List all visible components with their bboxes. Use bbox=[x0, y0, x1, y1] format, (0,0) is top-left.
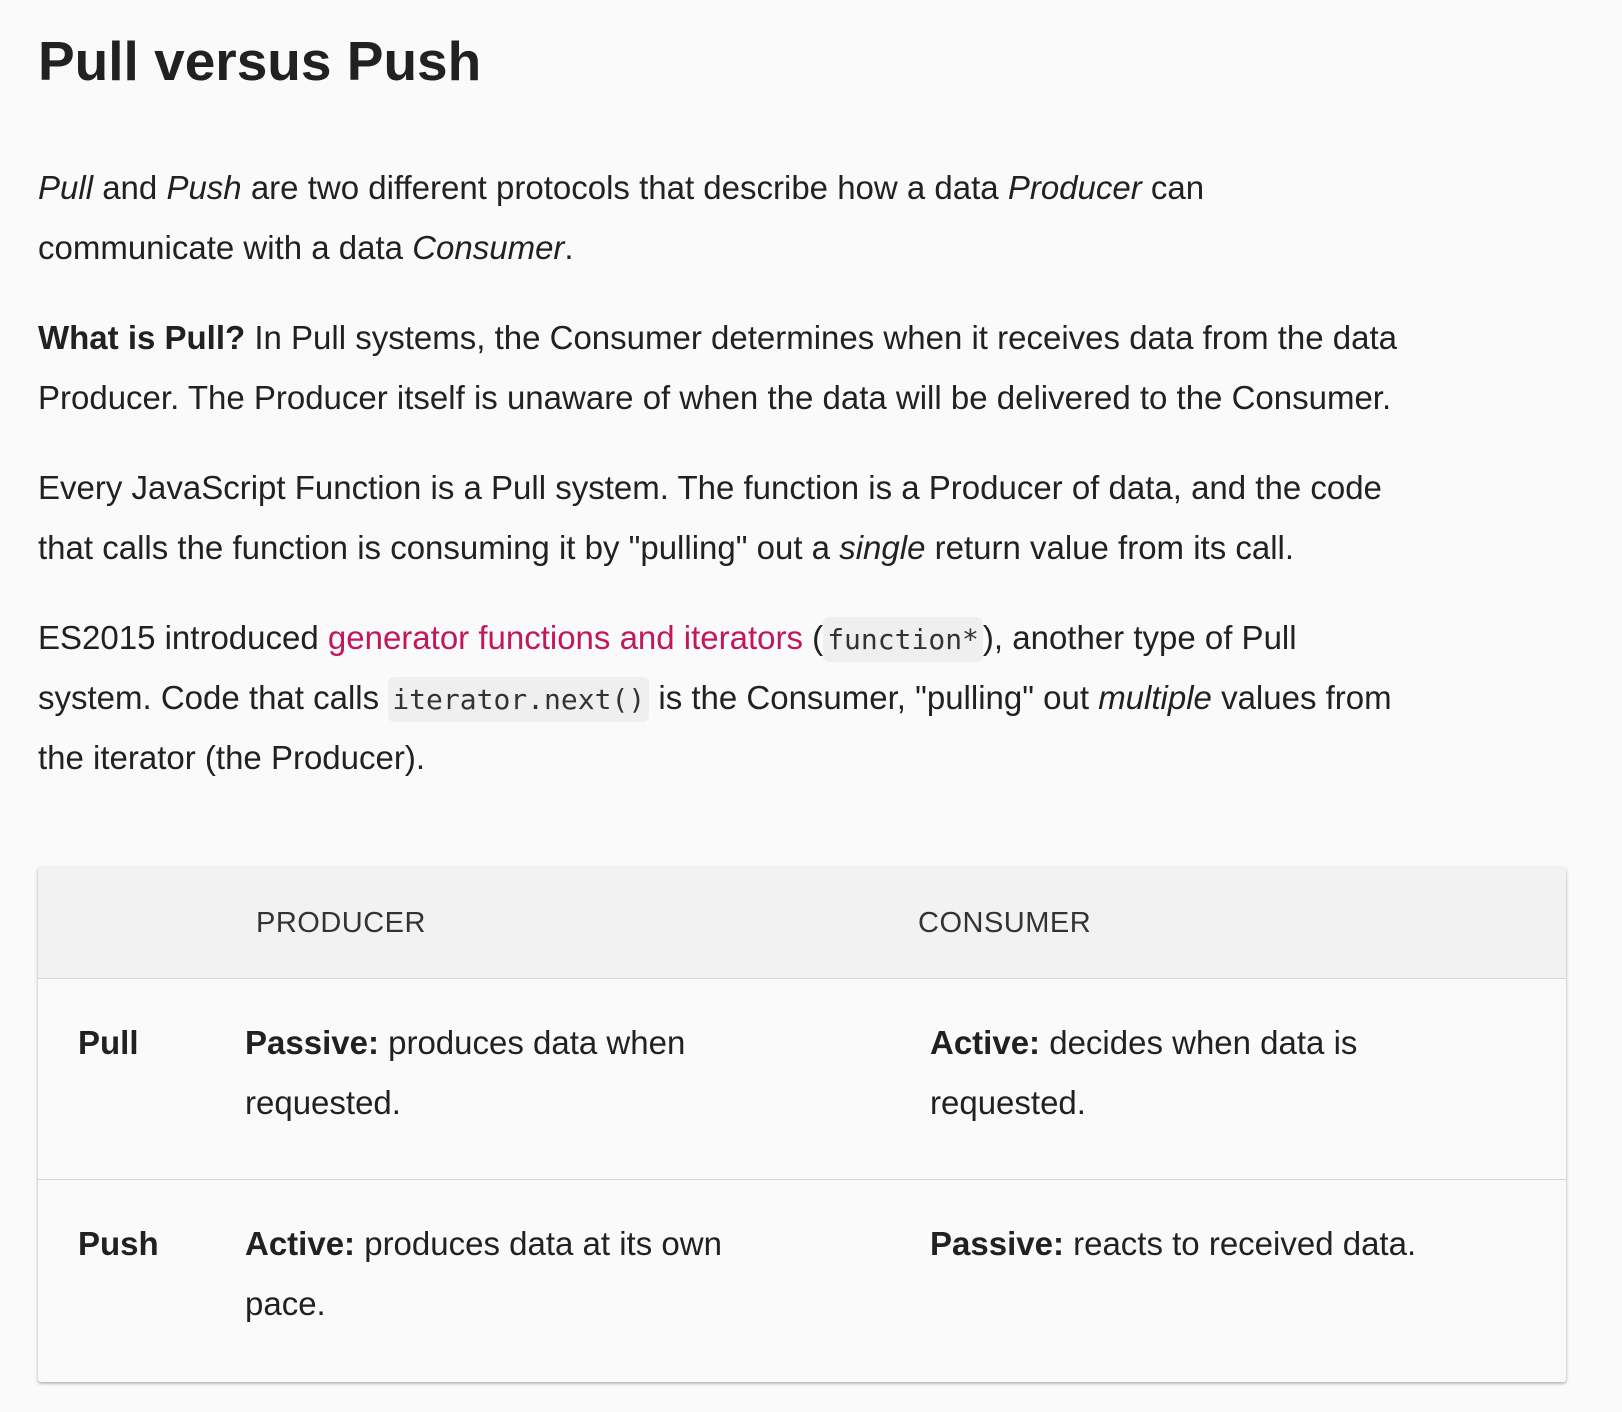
table-header: PRODUCER CONSUMER bbox=[38, 868, 1566, 979]
cell-emphasis: Passive: bbox=[245, 1024, 379, 1061]
cell-text: produces data when bbox=[378, 1024, 686, 1061]
paragraph-text: that calls the function is consuming it … bbox=[38, 529, 840, 566]
pull-term: Pull bbox=[38, 169, 94, 206]
table-row-pull: Pull Passive: produces data when request… bbox=[38, 979, 1566, 1180]
es2015-paragraph: ES2015 introduced generator functions an… bbox=[38, 608, 1568, 788]
paragraph-text: the iterator (the Producer). bbox=[38, 739, 426, 776]
producer-cell: Active: produces data at its own pace. bbox=[245, 1214, 722, 1334]
producer-term: Producer bbox=[1007, 169, 1142, 206]
cell-text: reacts to received data. bbox=[1063, 1225, 1417, 1262]
cell-emphasis: Active: bbox=[245, 1225, 356, 1262]
paragraph-text: system. Code that calls bbox=[38, 679, 389, 716]
cell-emphasis: Passive: bbox=[930, 1225, 1064, 1262]
consumer-column-header: CONSUMER bbox=[918, 907, 1092, 939]
function-star-code: function* bbox=[823, 617, 983, 662]
pull-push-table: PRODUCER CONSUMER Pull Passive: produces… bbox=[38, 868, 1566, 1382]
iterator-next-code: iterator.next() bbox=[388, 677, 650, 722]
js-function-paragraph: Every JavaScript Function is a Pull syst… bbox=[38, 458, 1568, 578]
consumer-cell: Passive: reacts to received data. bbox=[930, 1214, 1416, 1274]
cell-text: requested. bbox=[930, 1084, 1086, 1121]
producer-column-header: PRODUCER bbox=[256, 907, 426, 939]
table-row-push: Push Active: produces data at its own pa… bbox=[38, 1180, 1566, 1382]
intro-text: are two different protocols that describ… bbox=[241, 169, 1008, 206]
paragraph-text: ( bbox=[803, 619, 824, 656]
push-term: Push bbox=[166, 169, 242, 206]
paragraph-text: is the Consumer, "pulling" out bbox=[649, 679, 1099, 716]
paragraph-text: Every JavaScript Function is a Pull syst… bbox=[38, 469, 1382, 506]
multiple-term: multiple bbox=[1098, 679, 1212, 716]
cell-text: requested. bbox=[245, 1084, 401, 1121]
generator-functions-link[interactable]: generator functions and iterators bbox=[328, 619, 803, 656]
intro-text: and bbox=[93, 169, 167, 206]
cell-text: produces data at its own bbox=[355, 1225, 722, 1262]
intro-paragraph: Pull and Push are two different protocol… bbox=[38, 158, 1568, 278]
page-title: Pull versus Push bbox=[38, 30, 482, 92]
paragraph-text: return value from its call. bbox=[925, 529, 1295, 566]
cell-text: pace. bbox=[245, 1285, 326, 1322]
single-term: single bbox=[839, 529, 926, 566]
cell-emphasis: Active: bbox=[930, 1024, 1041, 1061]
producer-cell: Passive: produces data when requested. bbox=[245, 1013, 685, 1133]
what-is-pull-heading: What is Pull? bbox=[38, 319, 246, 356]
paragraph-text: ), another type of Pull bbox=[982, 619, 1297, 656]
paragraph-text: In Pull systems, the Consumer determines… bbox=[245, 319, 1398, 356]
paragraph-text: Producer. The Producer itself is unaware… bbox=[38, 379, 1392, 416]
intro-text: can bbox=[1141, 169, 1205, 206]
intro-text: . bbox=[564, 229, 574, 266]
cell-text: decides when data is bbox=[1040, 1024, 1358, 1061]
row-label: Push bbox=[78, 1225, 159, 1262]
consumer-term: Consumer bbox=[412, 229, 565, 266]
what-is-pull-paragraph: What is Pull? In Pull systems, the Consu… bbox=[38, 308, 1568, 428]
paragraph-text: ES2015 introduced bbox=[38, 619, 328, 656]
intro-text: communicate with a data bbox=[38, 229, 413, 266]
row-label: Pull bbox=[78, 1024, 139, 1061]
consumer-cell: Active: decides when data is requested. bbox=[930, 1013, 1357, 1133]
paragraph-text: values from bbox=[1211, 679, 1392, 716]
